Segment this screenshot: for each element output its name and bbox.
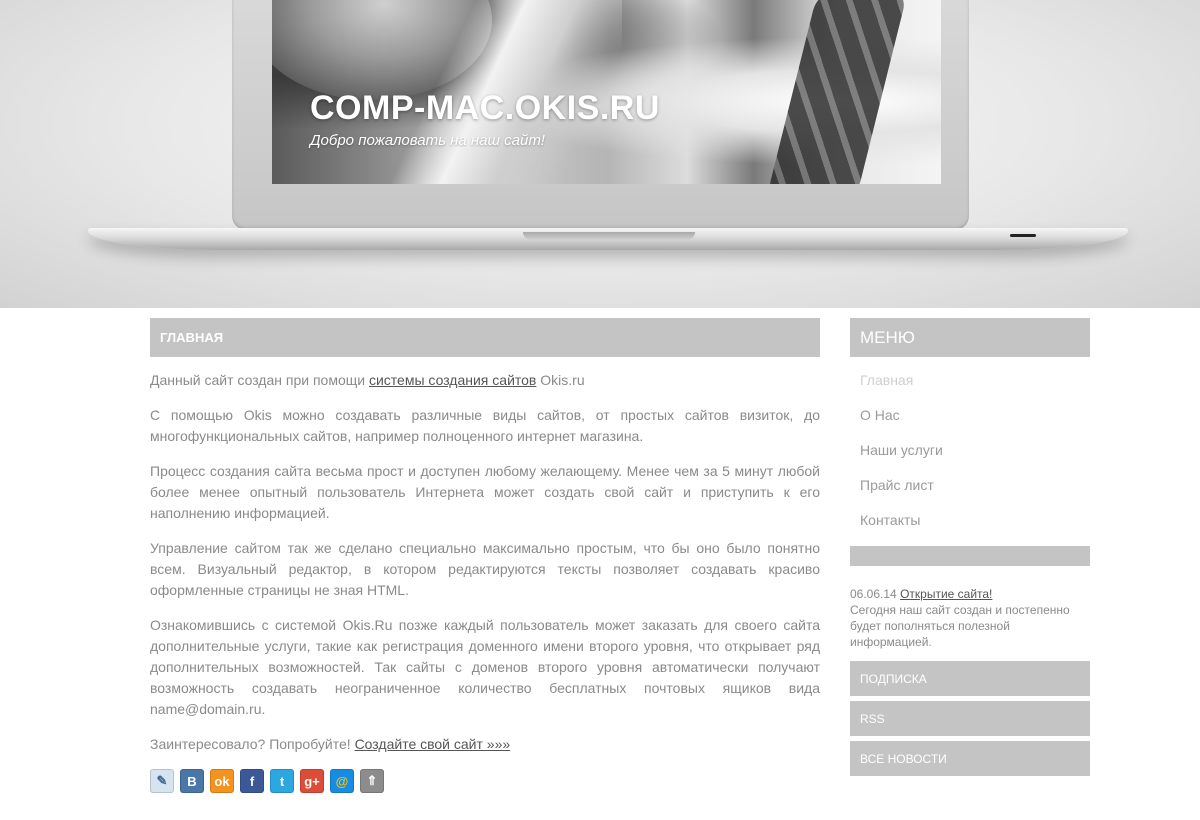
necktie-image <box>765 0 909 184</box>
more-share-icon[interactable]: ⇑ <box>360 769 384 793</box>
main-content: ГЛАВНАЯ Данный сайт создан при помощи си… <box>150 318 820 793</box>
news-date: 06.06.14 <box>850 587 897 601</box>
create-site-link[interactable]: Создайте свой сайт »»» <box>355 736 511 752</box>
livejournal-icon[interactable]: ✎ <box>150 769 174 793</box>
mailru-icon[interactable]: @ <box>330 769 354 793</box>
menu-item-services[interactable]: Наши услуги <box>850 433 1090 468</box>
paragraph-intro-tail: Okis.ru <box>536 372 585 388</box>
google-plus-icon[interactable]: g+ <box>300 769 324 793</box>
menu-item-home[interactable]: Главная <box>850 363 1090 398</box>
rss-button[interactable]: RSS <box>850 701 1090 736</box>
paragraph-intro-text: Данный сайт создан при помощи <box>150 372 369 388</box>
header-banner: COMP-MAC.OKIS.RU Добро пожаловать на наш… <box>0 0 1200 308</box>
sidebar: МЕНЮ Главная О Нас Наши услуги Прайс лис… <box>850 318 1090 776</box>
page-title-bar: ГЛАВНАЯ <box>150 318 820 357</box>
site-slogan: Добро пожаловать на наш сайт! <box>310 132 545 149</box>
paragraph-cta: Заинтересовало? Попробуйте! Создайте сво… <box>150 734 820 755</box>
menu-item-about[interactable]: О Нас <box>850 398 1090 433</box>
page-title: ГЛАВНАЯ <box>160 330 224 345</box>
laptop-led-image <box>1010 234 1036 237</box>
paragraph-cta-text: Заинтересовало? Попробуйте! <box>150 736 355 752</box>
site-title[interactable]: COMP-MAC.OKIS.RU <box>310 89 660 128</box>
odnoklassniki-icon[interactable]: ok <box>210 769 234 793</box>
paragraph-intro: Данный сайт создан при помощи системы со… <box>150 370 820 391</box>
menu-divider-bar <box>850 546 1090 566</box>
vkontakte-icon[interactable]: В <box>180 769 204 793</box>
facebook-icon[interactable]: f <box>240 769 264 793</box>
paragraph-types: С помощью Okis можно создавать различные… <box>150 407 820 444</box>
menu-item-pricelist[interactable]: Прайс лист <box>850 468 1090 503</box>
menu-title-bar: МЕНЮ <box>850 318 1090 357</box>
menu-item-contacts[interactable]: Контакты <box>850 503 1090 538</box>
news-text: Сегодня наш сайт создан и постепенно буд… <box>850 603 1070 649</box>
menu-list: Главная О Нас Наши услуги Прайс лист Кон… <box>850 357 1090 538</box>
share-buttons: ✎ Вok f t g+ @ ⇑ <box>150 769 820 793</box>
news-title-link[interactable]: Открытие сайта! <box>900 587 992 601</box>
paragraph-management: Управление сайтом так же сделано специал… <box>150 540 820 598</box>
subscribe-button[interactable]: ПОДПИСКА <box>850 661 1090 696</box>
paragraph-services: Ознакомившись с системой Okis.Ru позже к… <box>150 617 820 717</box>
menu-title: МЕНЮ <box>860 327 915 347</box>
all-news-button[interactable]: ВСЕ НОВОСТИ <box>850 741 1090 776</box>
twitter-icon[interactable]: t <box>270 769 294 793</box>
paragraph-process: Процесс создания сайта весьма прост и до… <box>150 463 820 521</box>
laptop-notch-image <box>523 232 695 240</box>
site-builder-link[interactable]: системы создания сайтов <box>369 372 536 388</box>
news-item: 06.06.14 Открытие сайта! Сегодня наш сай… <box>850 586 1090 650</box>
